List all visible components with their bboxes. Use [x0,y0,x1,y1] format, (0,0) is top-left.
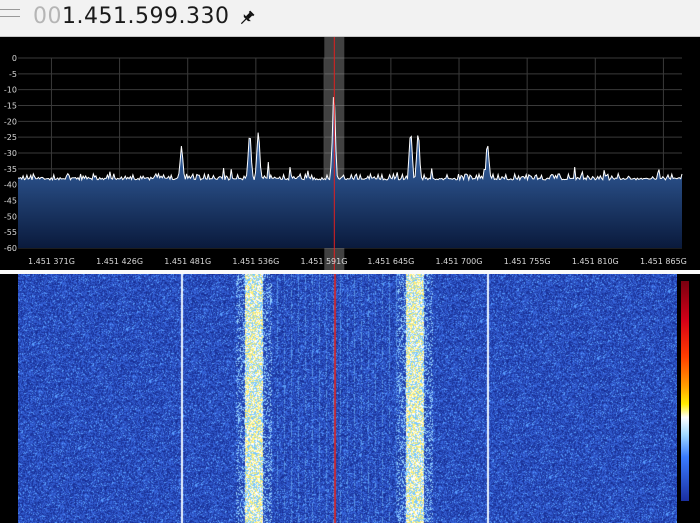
waterfall-colorbar [681,281,689,501]
pushpin-icon[interactable] [238,9,256,27]
y-tick-label: -15 [4,102,17,111]
y-tick-label: -25 [4,133,17,142]
hamburger-menu-icon[interactable] [0,8,22,28]
y-tick-label: 0 [12,54,17,63]
y-tick-label: -10 [4,86,17,95]
x-tick-label: 1.451 810G [572,257,619,266]
y-tick-label: -40 [4,181,17,190]
x-tick-label: 1.451 865G [640,257,687,266]
frequency-value: 1.451.599.330 [62,4,230,29]
x-tick-label: 1.451 481G [164,257,211,266]
spectrum-plot[interactable]: 0 -5 -10 -15 -20 -25 -30 -35 -40 -45 -50 -55 -60 1.4… [0,37,700,270]
frequency-bar: 001.451.599.330 [0,0,700,37]
waterfall-canvas [18,274,677,523]
y-tick-label: -55 [4,228,17,237]
y-tick-label: -35 [4,165,17,174]
waterfall-display[interactable] [18,274,677,523]
x-tick-label: 1.451 700G [436,257,483,266]
x-tick-label: 1.451 591G [301,257,348,266]
y-tick-label: -45 [4,197,17,206]
y-tick-label: -60 [4,244,17,253]
y-tick-label: -30 [4,149,17,158]
x-tick-label: 1.451 645G [367,257,414,266]
frequency-leading-zeros: 00 [33,4,62,29]
y-tick-label: -5 [9,70,17,79]
x-tick-label: 1.451 371G [28,257,75,266]
x-tick-label: 1.451 426G [96,257,143,266]
y-tick-label: -50 [4,212,17,221]
x-tick-label: 1.451 536G [232,257,279,266]
frequency-display[interactable]: 001.451.599.330 [33,3,229,31]
y-tick-label: -20 [4,117,17,126]
x-tick-label: 1.451 755G [504,257,551,266]
